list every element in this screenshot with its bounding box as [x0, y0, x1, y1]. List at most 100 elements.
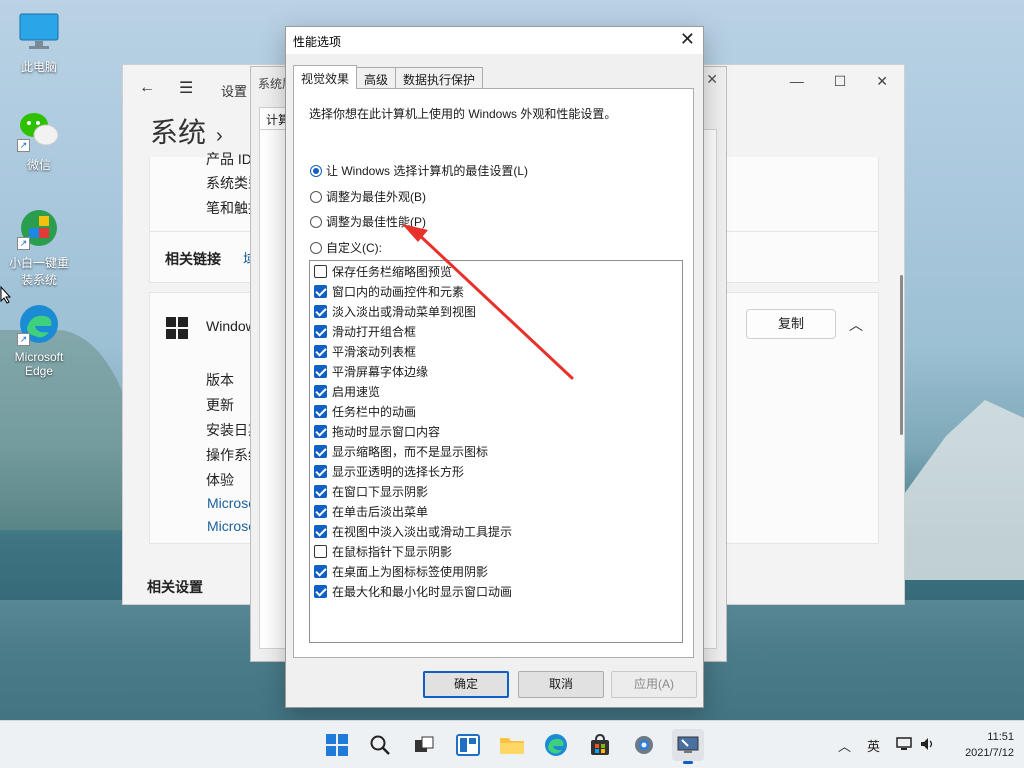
dialog-titlebar: 性能选项 ✕	[286, 27, 703, 54]
settings-scrollbar[interactable]	[900, 275, 903, 435]
checkbox-label: 在单击后淡出菜单	[332, 504, 429, 519]
radio-button[interactable]	[310, 241, 322, 254]
list-item[interactable]: 任务栏中的动画	[314, 401, 416, 421]
apply-button[interactable]: 应用(A)	[611, 671, 697, 698]
chevron-right-icon: ›	[216, 125, 223, 147]
list-item[interactable]: 拖动时显示窗口内容	[314, 421, 440, 441]
radio-button[interactable]	[310, 190, 322, 203]
desktop-icon-wechat[interactable]: ↗ 微信	[4, 108, 74, 173]
windows-start-icon[interactable]	[321, 729, 353, 761]
desktop-icon-this-pc[interactable]: 此电脑	[4, 10, 74, 75]
hamburger-menu-icon[interactable]: ☰	[179, 78, 193, 98]
list-item[interactable]: 显示缩略图，而不是显示图标	[314, 441, 488, 461]
list-item[interactable]: 显示亚透明的选择长方形	[314, 461, 464, 481]
checkbox[interactable]	[314, 264, 327, 278]
monitor-icon	[17, 10, 61, 54]
volume-icon[interactable]	[920, 737, 936, 754]
list-item[interactable]: 平滑滚动列表框	[314, 341, 416, 361]
store-icon[interactable]	[584, 729, 616, 761]
system-properties-icon[interactable]	[672, 729, 704, 764]
close-icon[interactable]: ✕	[706, 71, 718, 88]
tab-visual-effects[interactable]: 视觉效果	[293, 65, 358, 89]
radio-label: 调整为最佳外观(B)	[326, 190, 426, 204]
checkbox[interactable]	[314, 324, 327, 338]
edge-icon[interactable]	[540, 729, 572, 761]
checkbox-label: 在窗口下显示阴影	[332, 484, 429, 499]
taskbar: ︿ 英 11:51 2021/7/12	[0, 720, 1024, 768]
checkbox[interactable]	[314, 304, 327, 318]
search-icon[interactable]	[364, 729, 396, 761]
visual-effects-list[interactable]: 保存任务栏缩略图预览 窗口内的动画控件和元素 淡入淡出或滑动菜单到视图 滑动打开…	[309, 260, 683, 643]
checkbox[interactable]	[314, 544, 327, 558]
close-icon[interactable]: ✕	[876, 73, 888, 90]
chevron-up-icon[interactable]: ︿	[849, 315, 863, 335]
desktop-icon-xiaobai[interactable]: ↗ 小白一键重装系统	[4, 206, 74, 288]
checkbox[interactable]	[314, 424, 327, 438]
checkbox-label: 在桌面上为图标标签使用阴影	[332, 564, 489, 579]
radio-label: 调整为最佳性能(P)	[326, 215, 426, 229]
widgets-icon[interactable]	[452, 729, 484, 761]
checkbox[interactable]	[314, 404, 327, 418]
list-item[interactable]: 平滑屏幕字体边缘	[314, 361, 428, 381]
related-links-label: 相关链接	[165, 251, 221, 267]
back-arrow-icon[interactable]: ←	[139, 79, 155, 97]
spec-row-label: 更新	[206, 397, 234, 413]
radio-custom[interactable]: 自定义(C):	[310, 239, 382, 256]
radio-label: 自定义(C):	[326, 241, 382, 255]
checkbox[interactable]	[314, 484, 327, 498]
tab-advanced[interactable]: 高级	[356, 67, 397, 89]
checkbox[interactable]	[314, 384, 327, 398]
taskbar-clock[interactable]: 11:51 2021/7/12	[965, 729, 1014, 761]
settings-icon[interactable]	[628, 729, 660, 761]
radio-button[interactable]	[310, 164, 322, 177]
radio-best-performance[interactable]: 调整为最佳性能(P)	[310, 213, 426, 230]
settings-app-title: 设置	[221, 84, 248, 99]
ime-indicator[interactable]: 英	[867, 736, 880, 755]
maximize-icon[interactable]: ☐	[834, 73, 847, 90]
radio-best-appearance[interactable]: 调整为最佳外观(B)	[310, 188, 426, 205]
radio-let-windows-choose[interactable]: 让 Windows 选择计算机的最佳设置(L)	[310, 162, 528, 179]
checkbox-label: 在最大化和最小化时显示窗口动画	[332, 584, 513, 599]
task-view-icon[interactable]	[408, 729, 440, 761]
list-item[interactable]: 在最大化和最小化时显示窗口动画	[314, 581, 512, 601]
list-item[interactable]: 在窗口下显示阴影	[314, 481, 428, 501]
list-item[interactable]: 在视图中淡入淡出或滑动工具提示	[314, 521, 512, 541]
checkbox[interactable]	[314, 444, 327, 458]
checkbox[interactable]	[314, 584, 327, 598]
cancel-button[interactable]: 取消	[518, 671, 604, 698]
checkbox[interactable]	[314, 524, 327, 538]
copy-button[interactable]: 复制	[746, 309, 836, 339]
radio-button[interactable]	[310, 215, 322, 228]
ok-button[interactable]: 确定	[423, 671, 509, 698]
desktop-icon-edge[interactable]: ↗ Microsoft Edge	[4, 302, 74, 378]
list-item[interactable]: 在桌面上为图标标签使用阴影	[314, 561, 488, 581]
minimize-icon[interactable]: —	[790, 73, 804, 90]
list-item[interactable]: 启用速览	[314, 381, 380, 401]
clock-date: 2021/7/12	[965, 747, 1014, 759]
close-icon[interactable]: ✕	[680, 29, 695, 49]
list-item[interactable]: 保存任务栏缩略图预览	[314, 261, 452, 281]
checkbox[interactable]	[314, 564, 327, 578]
checkbox[interactable]	[314, 504, 327, 518]
checkbox-label: 显示亚透明的选择长方形	[332, 464, 465, 479]
desktop-icon-label: 小白一键重装系统	[8, 256, 69, 287]
radio-label: 让 Windows 选择计算机的最佳设置(L)	[326, 164, 529, 178]
list-item[interactable]: 滑动打开组合框	[314, 321, 416, 341]
spec-line: 产品 ID	[206, 151, 252, 167]
list-item[interactable]: 窗口内的动画控件和元素	[314, 281, 464, 301]
checkbox[interactable]	[314, 284, 327, 298]
checkbox-label: 窗口内的动画控件和元素	[332, 284, 465, 299]
checkbox[interactable]	[314, 364, 327, 378]
tab-dep[interactable]: 数据执行保护	[395, 67, 484, 89]
list-item[interactable]: 淡入淡出或滑动菜单到视图	[314, 301, 476, 321]
chevron-up-icon[interactable]: ︿	[838, 736, 851, 755]
list-item[interactable]: 在鼠标指针下显示阴影	[314, 541, 452, 561]
edge-icon: ↗	[17, 302, 61, 346]
checkbox[interactable]	[314, 464, 327, 478]
file-explorer-icon[interactable]	[496, 729, 528, 761]
network-icon[interactable]	[896, 736, 912, 754]
checkbox[interactable]	[314, 344, 327, 358]
spec-row-label: 版本	[206, 372, 234, 388]
list-item[interactable]: 在单击后淡出菜单	[314, 501, 428, 521]
system-tray: ︿ 英	[838, 721, 936, 768]
